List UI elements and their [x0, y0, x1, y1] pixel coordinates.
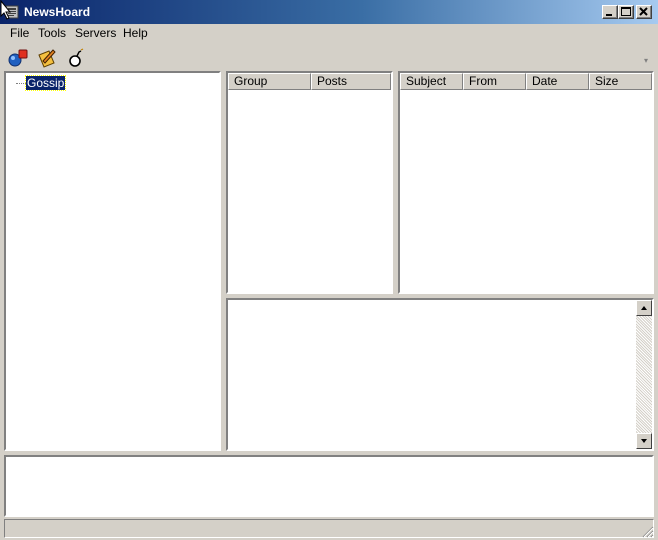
column-header-date[interactable]: Date [526, 73, 589, 90]
scroll-up-button[interactable] [636, 300, 652, 316]
tree-item-gossip[interactable]: Gossip [24, 75, 67, 91]
edit-button[interactable] [36, 47, 58, 69]
resize-grip-icon[interactable] [640, 524, 654, 538]
column-header-subject[interactable]: Subject [400, 73, 463, 90]
toolbar [0, 44, 658, 70]
log-pane[interactable] [4, 455, 654, 517]
minimize-icon [606, 14, 612, 16]
menu-file[interactable]: File [8, 26, 31, 40]
mouse-cursor-icon [0, 0, 12, 20]
tree-connector [16, 83, 26, 84]
column-header-group[interactable]: Group [228, 73, 311, 90]
toolbar-chevron-icon[interactable]: ▾ [644, 57, 652, 65]
menu-help[interactable]: Help [121, 26, 150, 40]
maximize-icon [621, 7, 631, 16]
status-bar [4, 519, 654, 538]
connect-button[interactable] [7, 47, 29, 69]
maximize-button[interactable] [618, 5, 634, 19]
column-header-size[interactable]: Size [589, 73, 652, 90]
bomb-icon [69, 48, 84, 67]
menu-tools[interactable]: Tools [36, 26, 68, 40]
scroll-down-button[interactable] [636, 433, 652, 449]
minimize-button[interactable] [602, 5, 618, 19]
column-header-posts[interactable]: Posts [311, 73, 391, 90]
arrow-down-icon [641, 439, 647, 443]
vertical-scrollbar[interactable] [636, 300, 652, 449]
close-icon [639, 7, 648, 16]
message-body-pane[interactable] [226, 298, 654, 451]
menu-bar: File Tools Servers Help [0, 24, 658, 44]
bomb-button[interactable] [65, 47, 87, 69]
menu-servers[interactable]: Servers [73, 26, 118, 40]
column-header-from[interactable]: From [463, 73, 526, 90]
edit-icon [38, 49, 56, 68]
title-bar[interactable] [0, 0, 658, 24]
groups-list-pane[interactable]: Group Posts [226, 71, 393, 294]
window-title: NewsHoard [24, 5, 91, 19]
connect-icon [8, 49, 28, 67]
folder-tree-pane[interactable]: Gossip [4, 71, 221, 451]
close-button[interactable] [636, 5, 652, 19]
arrow-up-icon [641, 306, 647, 310]
articles-list-pane[interactable]: Subject From Date Size [398, 71, 654, 294]
